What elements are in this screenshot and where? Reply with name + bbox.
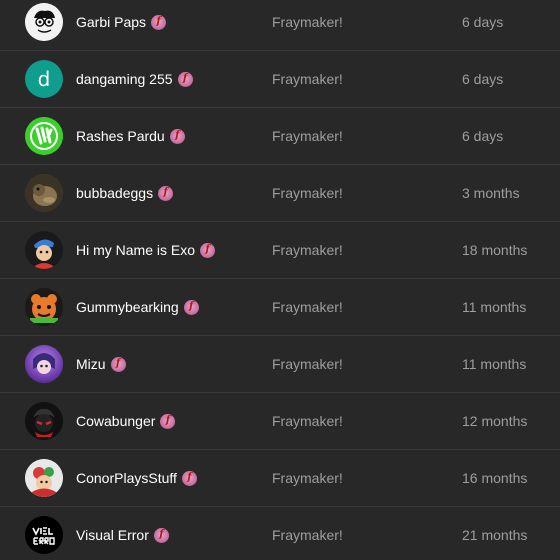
list-item[interactable]: Cowabunger f Fraymaker! 12 months [0, 393, 560, 450]
leaderboard-list: Garbi Paps f Fraymaker! 6 days d dangami… [0, 0, 560, 560]
username[interactable]: ConorPlaysStuff [76, 470, 177, 486]
green-logo-icon[interactable] [25, 117, 63, 155]
timestamp: 18 months [462, 242, 528, 258]
avatar-letter: d [37, 67, 51, 91]
cartoon-face-icon[interactable] [25, 3, 63, 41]
list-item[interactable]: ConorPlaysStuff f Fraymaker! 16 months [0, 450, 560, 507]
name-wrap: dangaming 255 f [76, 71, 193, 87]
game-title[interactable]: Fraymaker! [272, 413, 343, 429]
animal-photo-icon[interactable] [25, 174, 63, 212]
name-wrap: Mizu f [76, 356, 126, 372]
timestamp: 21 months [462, 527, 528, 543]
username[interactable]: Rashes Pardu [76, 128, 165, 144]
character-blue-hat-icon[interactable] [25, 231, 63, 269]
timestamp: 3 months [462, 185, 520, 201]
timestamp: 16 months [462, 470, 528, 486]
list-item[interactable]: Garbi Paps f Fraymaker! 6 days [0, 0, 560, 51]
username[interactable]: Cowabunger [76, 413, 155, 429]
username[interactable]: Hi my Name is Exo [76, 242, 195, 258]
game-title[interactable]: Fraymaker! [272, 470, 343, 486]
list-item[interactable]: Visual Error f Fraymaker! 21 months [0, 507, 560, 560]
game-title[interactable]: Fraymaker! [272, 242, 343, 258]
badge-icon: f [151, 14, 167, 30]
username[interactable]: Gummybearking [76, 299, 179, 315]
badge-icon: f [158, 185, 174, 201]
game-title[interactable]: Fraymaker! [272, 71, 343, 87]
visual-error-logo-icon[interactable] [25, 516, 63, 554]
game-title[interactable]: Fraymaker! [272, 356, 343, 372]
list-item[interactable]: Gummybearking f Fraymaker! 11 months [0, 279, 560, 336]
game-title[interactable]: Fraymaker! [272, 128, 343, 144]
dark-red-character-icon[interactable] [25, 402, 63, 440]
list-item[interactable]: Mizu f Fraymaker! 11 months [0, 336, 560, 393]
game-title[interactable]: Fraymaker! [272, 299, 343, 315]
username[interactable]: bubbadeggs [76, 185, 153, 201]
cartoon-red-character-icon[interactable] [25, 459, 63, 497]
timestamp: 6 days [462, 14, 504, 30]
username[interactable]: Visual Error [76, 527, 149, 543]
name-wrap: ConorPlaysStuff f [76, 470, 197, 486]
game-title[interactable]: Fraymaker! [272, 185, 343, 201]
list-item[interactable]: bubbadeggs f Fraymaker! 3 months [0, 165, 560, 222]
list-item[interactable]: Rashes Pardu f Fraymaker! 6 days [0, 108, 560, 165]
letter-avatar-icon[interactable]: d [25, 60, 63, 98]
name-wrap: bubbadeggs f [76, 185, 174, 201]
username[interactable]: Mizu [76, 356, 106, 372]
badge-icon: f [169, 128, 185, 144]
name-wrap: Cowabunger f [76, 413, 176, 429]
purple-character-icon[interactable] [25, 345, 63, 383]
game-title[interactable]: Fraymaker! [272, 527, 343, 543]
name-wrap: Visual Error f [76, 527, 169, 543]
name-wrap: Hi my Name is Exo f [76, 242, 216, 258]
timestamp: 11 months [462, 356, 527, 372]
timestamp: 6 days [462, 71, 504, 87]
badge-icon: f [177, 71, 193, 87]
badge-icon: f [153, 527, 169, 543]
badge-icon: f [110, 356, 126, 372]
orange-bear-icon[interactable] [25, 288, 63, 326]
name-wrap: Gummybearking f [76, 299, 199, 315]
timestamp: 12 months [462, 413, 528, 429]
badge-icon: f [160, 413, 176, 429]
username[interactable]: dangaming 255 [76, 71, 173, 87]
badge-icon: f [183, 299, 199, 315]
list-item[interactable]: Hi my Name is Exo f Fraymaker! 18 months [0, 222, 560, 279]
timestamp: 6 days [462, 128, 504, 144]
name-wrap: Garbi Paps f [76, 14, 167, 30]
timestamp: 11 months [462, 299, 527, 315]
list-item[interactable]: d dangaming 255 f Fraymaker! 6 days [0, 51, 560, 108]
username[interactable]: Garbi Paps [76, 14, 146, 30]
game-title[interactable]: Fraymaker! [272, 14, 343, 30]
badge-icon: f [200, 242, 216, 258]
name-wrap: Rashes Pardu f [76, 128, 185, 144]
badge-icon: f [181, 470, 197, 486]
